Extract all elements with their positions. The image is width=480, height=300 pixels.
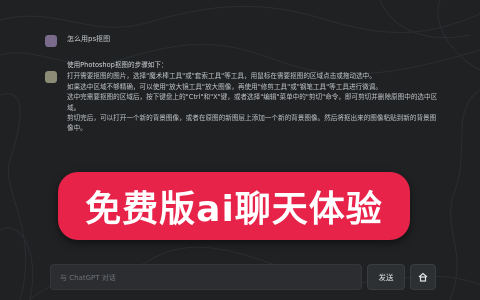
bot-message-text: 使用Photoshop抠图的步骤如下： 打开需要抠图的图片，选择"魔术棒工具"或… — [67, 60, 440, 134]
bot-line: 如果选中区域不够精确，可以使用"放大镜工具"放大图像，再使用"修剪工具"或"钢笔… — [67, 82, 382, 91]
home-button[interactable] — [410, 264, 436, 290]
user-message-text: 怎么用ps抠图 — [67, 35, 111, 43]
promo-banner-text: 免费版ai聊天体验 — [85, 189, 383, 230]
promo-banner[interactable]: 免费版ai聊天体验 — [58, 172, 410, 240]
bot-intro: 使用Photoshop抠图的步骤如下： — [67, 61, 168, 69]
home-icon — [418, 272, 428, 282]
bot-line: 打开需要抠图的图片，选择"魔术棒工具"或"套索工具"等工具，用鼠标在需要抠图的区… — [67, 72, 376, 81]
bot-message: 使用Photoshop抠图的步骤如下： 打开需要抠图的图片，选择"魔术棒工具"或… — [45, 60, 440, 134]
bot-line: 剪切完后，可以打开一个新的背景图像，或者在原图的新图层上添加一个新的背景图像。然… — [67, 114, 437, 133]
user-message: 怎么用ps抠图 — [45, 32, 440, 47]
chat-input-bar — [50, 264, 362, 290]
chat-thread: 怎么用ps抠图 使用Photoshop抠图的步骤如下： 打开需要抠图的图片，选择… — [45, 32, 440, 134]
bot-avatar — [45, 71, 57, 83]
user-avatar — [45, 35, 57, 47]
chat-input[interactable] — [51, 266, 359, 290]
bot-line: 选中完需要抠图的区域后，按下键盘上的"Ctrl"和"X"键，或者选择"编辑"菜单… — [67, 93, 438, 112]
send-button[interactable]: 发送 — [367, 264, 405, 290]
